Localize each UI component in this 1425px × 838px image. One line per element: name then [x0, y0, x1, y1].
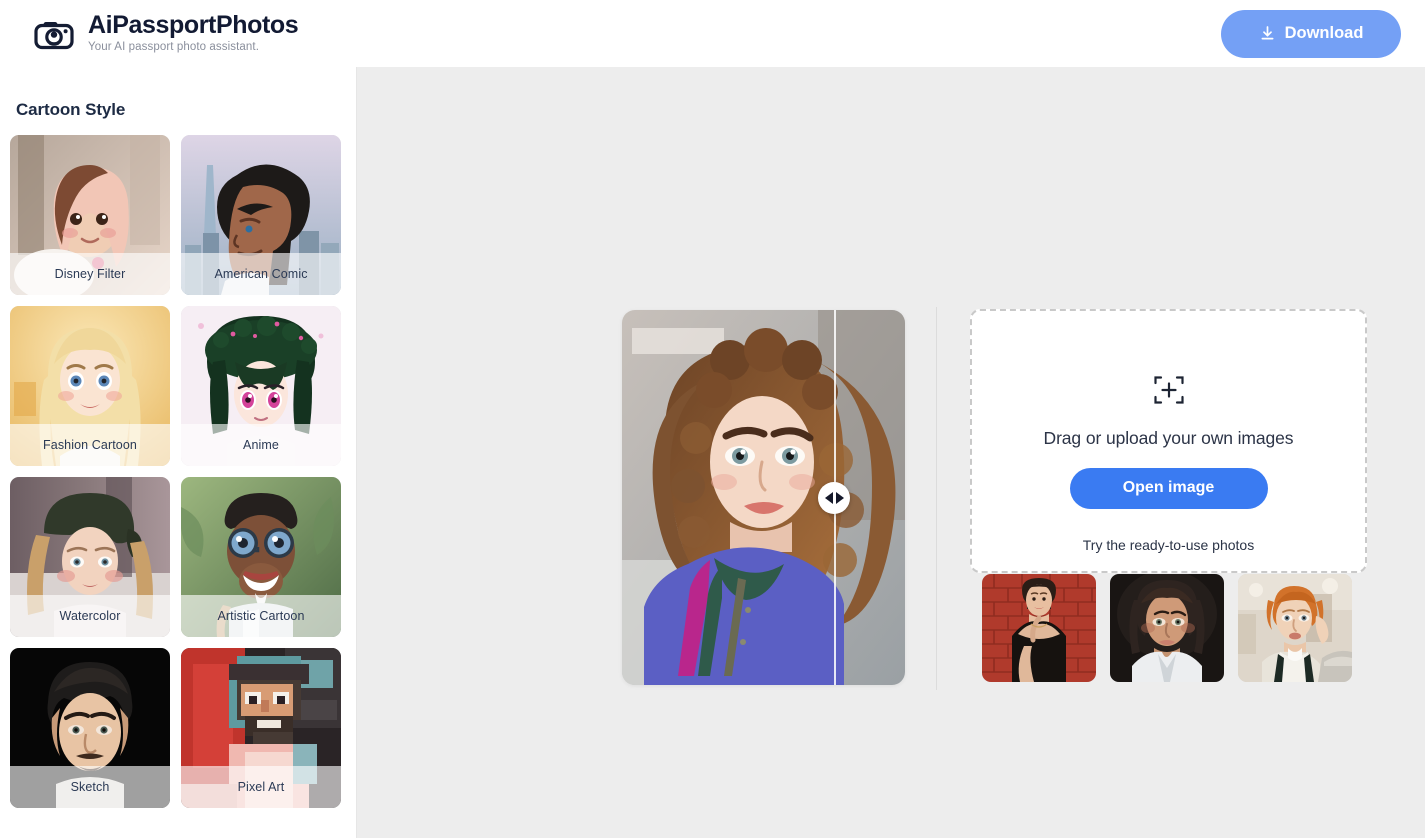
camera-icon	[32, 12, 76, 56]
style-card-label: Disney Filter	[10, 253, 170, 295]
style-card-american-comic[interactable]: American Comic	[181, 135, 341, 295]
before-after-comparison[interactable]	[622, 310, 905, 685]
style-card-anime[interactable]: Anime	[181, 306, 341, 466]
style-card-pixel-art[interactable]: Pixel Art	[181, 648, 341, 808]
style-card-fashion-cartoon[interactable]: Fashion Cartoon	[10, 306, 170, 466]
main-content: Drag or upload your own images Open imag…	[357, 67, 1425, 838]
ready-photo-thumbnail	[1110, 574, 1224, 682]
style-card-sketch[interactable]: Sketch	[10, 648, 170, 808]
style-card-label: Pixel Art	[181, 766, 341, 808]
ready-photos-row	[982, 574, 1352, 682]
style-card-artistic-cartoon[interactable]: Artistic Cartoon	[181, 477, 341, 637]
brand-title: AiPassportPhotos	[88, 10, 299, 39]
download-icon	[1259, 25, 1276, 42]
ready-photo-3[interactable]	[1238, 574, 1352, 682]
add-image-icon	[1153, 374, 1185, 411]
style-card-label: Artistic Cartoon	[181, 595, 341, 637]
download-button-label: Download	[1284, 24, 1364, 42]
sidebar-title: Cartoon Style	[16, 100, 126, 119]
style-card-label: Watercolor	[10, 595, 170, 637]
style-card-watercolor[interactable]: Watercolor	[10, 477, 170, 637]
ready-photo-1[interactable]	[982, 574, 1096, 682]
comparison-slider-handle[interactable]	[818, 481, 851, 514]
style-card-label: American Comic	[181, 253, 341, 295]
style-card-label: Anime	[181, 424, 341, 466]
open-image-button[interactable]: Open image	[1069, 467, 1268, 509]
style-card-label: Fashion Cartoon	[10, 424, 170, 466]
upload-dropzone[interactable]: Drag or upload your own images Open imag…	[970, 309, 1367, 573]
ready-photo-thumbnail	[982, 574, 1096, 682]
style-sidebar: Cartoon Style Disney Filter American Com…	[0, 67, 357, 838]
dropzone-text: Drag or upload your own images	[1043, 427, 1294, 448]
download-button[interactable]: Download	[1221, 9, 1401, 58]
panel-divider	[936, 307, 937, 690]
brand: AiPassportPhotos Your AI passport photo …	[32, 10, 299, 56]
brand-subtitle: Your AI passport photo assistant.	[88, 41, 260, 54]
style-card-disney-filter[interactable]: Disney Filter	[10, 135, 170, 295]
ready-photos-title: Try the ready-to-use photos	[1082, 537, 1255, 553]
ready-photo-thumbnail	[1238, 574, 1352, 682]
ready-photo-2[interactable]	[1110, 574, 1224, 682]
arrow-right-icon	[835, 491, 844, 504]
style-card-label: Sketch	[10, 766, 170, 808]
style-grid: Disney Filter American Comic Fashion Car…	[10, 135, 356, 808]
preview-photo	[622, 310, 905, 685]
arrow-left-icon	[824, 491, 833, 504]
app-header: AiPassportPhotos Your AI passport photo …	[0, 0, 1425, 67]
